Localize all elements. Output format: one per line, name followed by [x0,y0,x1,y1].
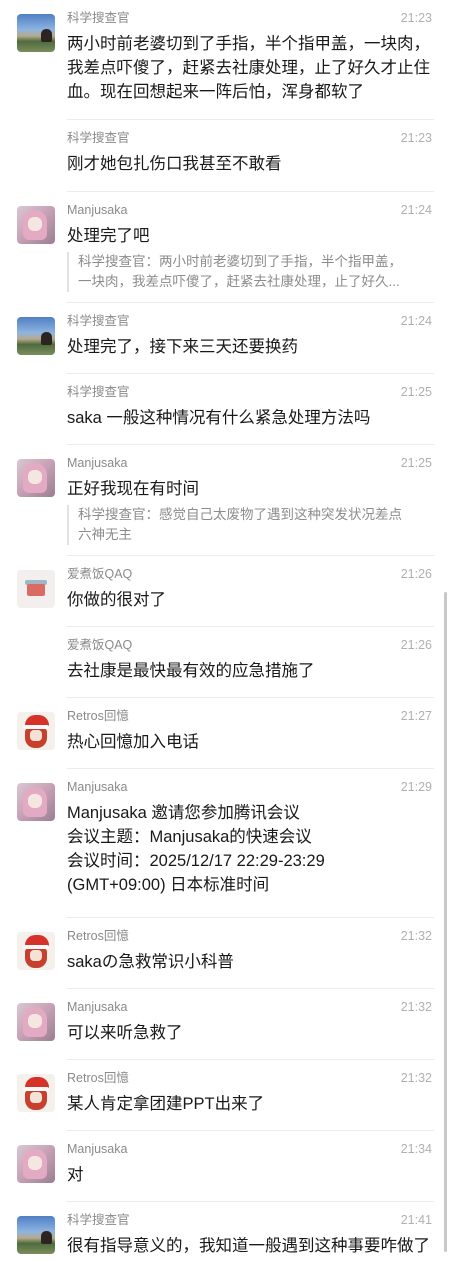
message-text[interactable]: 可以来听急救了 [67,1021,434,1045]
message-text[interactable]: 热心回憶加入电话 [67,730,434,754]
sender-name[interactable]: Manjusaka [67,1141,127,1157]
avatar[interactable] [17,1003,55,1041]
sender-name[interactable]: Retros回憶 [67,928,129,944]
message-time: 21:27 [400,709,432,723]
message-divider [67,444,434,445]
message-time: 21:23 [400,11,432,25]
message-divider [67,555,434,556]
message-text[interactable]: 对 [67,1163,434,1187]
message-time: 21:25 [400,456,432,470]
scrollbar[interactable] [444,592,447,1252]
message-time: 21:29 [400,780,432,794]
avatar[interactable] [17,1216,55,1254]
message-time: 21:23 [400,131,432,145]
message-time: 21:26 [400,567,432,581]
message-divider [67,626,434,627]
message-divider [67,119,434,120]
message-divider [67,373,434,374]
message-time: 21:32 [400,929,432,943]
message-text[interactable]: 去社康是最快最有效的应急措施了 [67,659,434,683]
message-divider [67,1201,434,1202]
sender-name[interactable]: Manjusaka [67,999,127,1015]
message-time: 21:25 [400,385,432,399]
avatar[interactable] [17,783,55,821]
avatar[interactable] [17,459,55,497]
avatar[interactable] [17,206,55,244]
sender-name[interactable]: Manjusaka [67,202,127,218]
message-text[interactable]: 两小时前老婆切到了手指，半个指甲盖，一块肉， 我差点吓傻了，赶紧去社康处理，止了… [67,32,434,104]
message-text[interactable]: sakaの急救常识小科普 [67,950,434,974]
chat-message-list[interactable]: 科学搜查官 21:23 两小时前老婆切到了手指，半个指甲盖，一块肉， 我差点吓傻了，… [0,0,450,1280]
message-text[interactable]: 处理完了，接下来三天还要换药 [67,335,434,359]
message-time: 21:41 [400,1213,432,1227]
message-text[interactable]: 正好我现在有时间 [67,477,434,501]
message-text[interactable]: 你做的很对了 [67,588,434,612]
sender-name[interactable]: 科学搜查官 [67,10,130,26]
message-divider [67,1130,434,1131]
avatar[interactable] [17,570,55,608]
sender-name[interactable]: 科学搜查官 [67,130,130,146]
message-time: 21:24 [400,203,432,217]
message-time: 21:24 [400,314,432,328]
sender-name[interactable]: 科学搜查官 [67,313,130,329]
avatar[interactable] [17,932,55,970]
message-text[interactable]: 某人肯定拿团建PPT出来了 [67,1092,434,1116]
avatar[interactable] [17,1074,55,1112]
message-divider [67,917,434,918]
message-divider [67,302,434,303]
avatar[interactable] [17,317,55,355]
message-time: 21:32 [400,1071,432,1085]
sender-name[interactable]: Manjusaka [67,455,127,471]
message-text[interactable]: Manjusaka 邀请您参加腾讯会议 会议主题：Manjusaka的快速会议 … [67,801,434,897]
message-divider [67,768,434,769]
sender-name[interactable]: 科学搜查官 [67,1212,130,1228]
message-text[interactable]: saka 一般这种情况有什么紧急处理方法吗 [67,406,434,430]
message-text[interactable]: 很有指导意义的，我知道一般遇到这种事要咋做了 [67,1234,434,1258]
sender-name[interactable]: Retros回憶 [67,708,129,724]
message-time: 21:32 [400,1000,432,1014]
message-divider [67,1059,434,1060]
sender-name[interactable]: Retros回憶 [67,1070,129,1086]
message-time: 21:34 [400,1142,432,1156]
avatar[interactable] [17,712,55,750]
message-time: 21:26 [400,638,432,652]
sender-name[interactable]: 科学搜查官 [67,384,130,400]
sender-name[interactable]: 爱煮饭QAQ [67,566,132,582]
message-divider [67,988,434,989]
sender-name[interactable]: 爱煮饭QAQ [67,637,132,653]
avatar[interactable] [17,1145,55,1183]
quoted-message[interactable]: 科学搜查官：感觉自己太废物了遇到这种突发状况差点 六神无主 [67,505,432,545]
avatar[interactable] [17,14,55,52]
message-divider [67,697,434,698]
message-text[interactable]: 处理完了吧 [67,224,434,248]
message-text[interactable]: 刚才她包扎伤口我甚至不敢看 [67,152,434,176]
quoted-message[interactable]: 科学搜查官：两小时前老婆切到了手指，半个指甲盖， 一块肉，我差点吓傻了，赶紧去社… [67,252,432,292]
sender-name[interactable]: Manjusaka [67,779,127,795]
message-divider [67,191,434,192]
